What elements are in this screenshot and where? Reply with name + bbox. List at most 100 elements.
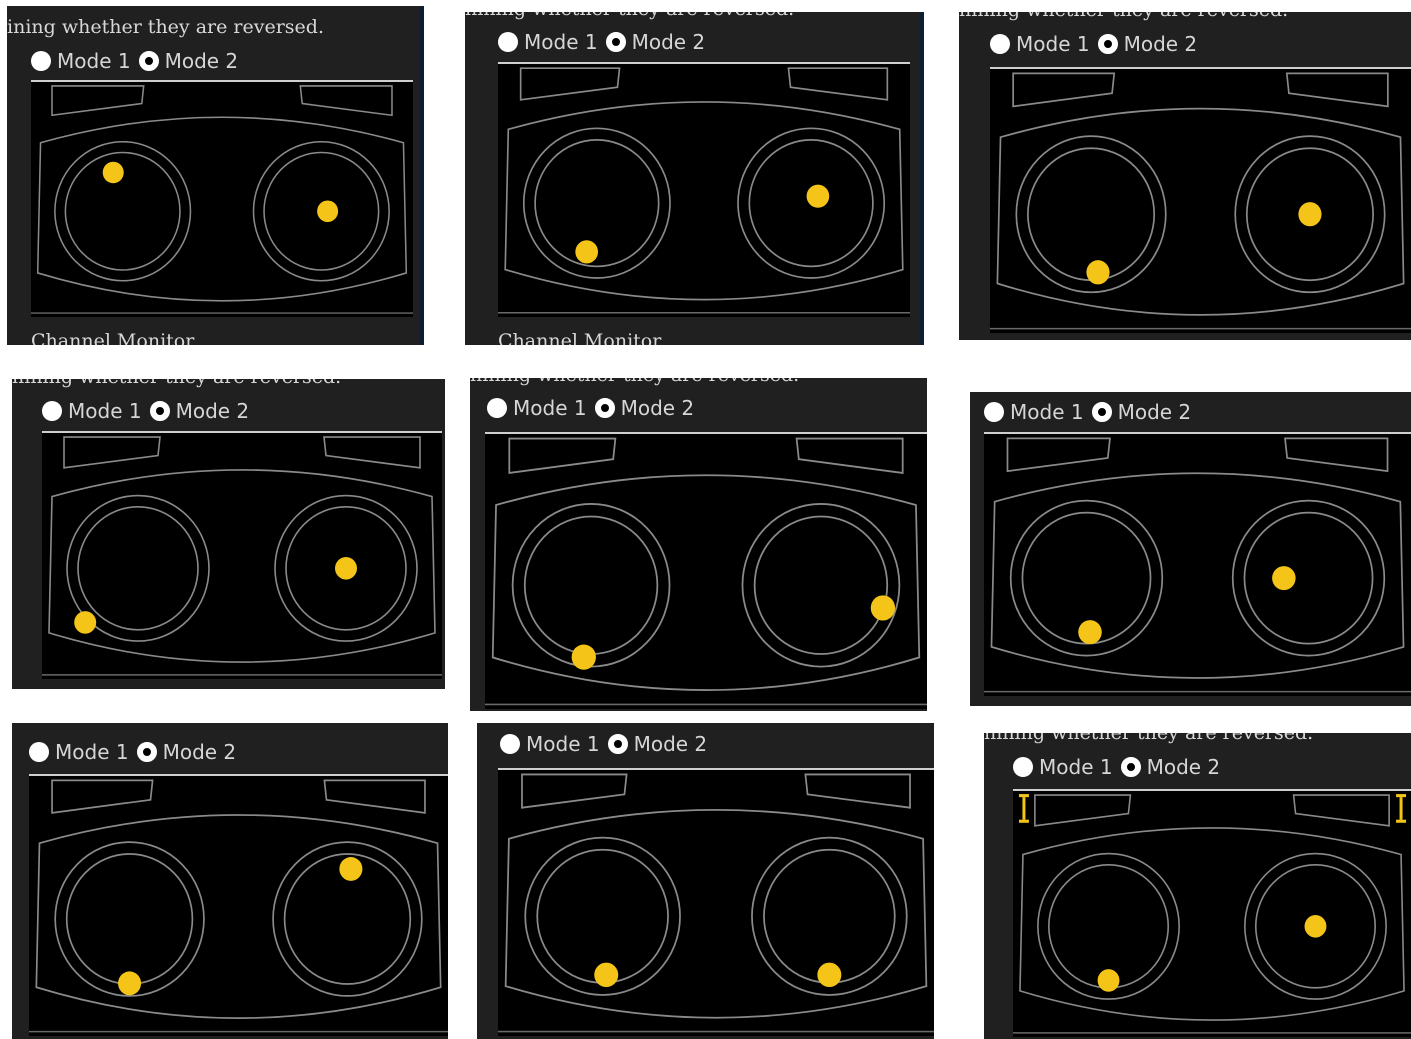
mode-1-label[interactable]: Mode 1	[1039, 755, 1113, 779]
radio-filled-icon[interactable]	[607, 734, 628, 754]
mode-radio-group: Mode 1 Mode 2	[498, 30, 713, 54]
mode-radio-group: Mode 1 Mode 2	[990, 32, 1205, 56]
radio-empty-icon[interactable]	[1013, 757, 1033, 777]
channel-monitor-panel-6: Mode 1 Mode 2	[970, 392, 1411, 706]
stick-display	[29, 776, 448, 1036]
left-stick-yellow-dot-icon	[1086, 260, 1110, 285]
right-stick-yellow-dot-icon	[1298, 202, 1322, 227]
transmitter-outline-svg	[984, 437, 1411, 693]
transmitter-outline-svg	[42, 436, 442, 676]
mode-2-label[interactable]: Mode 2	[176, 399, 250, 423]
right-stick-yellow-dot-icon	[1304, 915, 1327, 938]
stick-display	[984, 434, 1411, 696]
stick-display	[31, 82, 413, 317]
radio-empty-icon[interactable]	[29, 742, 49, 762]
radio-empty-icon[interactable]	[487, 398, 507, 418]
right-gimbal-outer-ring	[741, 502, 901, 668]
right-stick-yellow-dot-icon	[317, 200, 339, 223]
mode-radio-group: Mode 1 Mode 2	[487, 396, 702, 420]
right-shoulder-tab	[804, 773, 911, 809]
channel-monitor-panel-1: ining whether they are reversed. Mode 1 …	[7, 6, 424, 345]
channel-monitor-panel-7: Mode 1 Mode 2	[12, 723, 448, 1039]
left-stick-yellow-dot-icon	[74, 611, 97, 634]
mode-1-label[interactable]: Mode 1	[68, 399, 142, 423]
radio-empty-icon[interactable]	[990, 34, 1010, 54]
right-shoulder-tab	[299, 85, 393, 117]
transmitter-outline-svg	[498, 67, 910, 314]
radio-filled-icon[interactable]	[138, 51, 159, 71]
right-shoulder-tab	[1292, 794, 1390, 827]
instruction-text: ining whether they are reversed.	[7, 16, 324, 38]
radio-empty-icon[interactable]	[31, 51, 51, 71]
mode-radio-group: Mode 1 Mode 2	[984, 400, 1199, 424]
left-shoulder-tab	[1034, 794, 1132, 827]
mode-1-label[interactable]: Mode 1	[524, 30, 598, 54]
right-shoulder-tab	[795, 437, 904, 474]
radio-filled-icon[interactable]	[1097, 34, 1118, 54]
left-gimbal-inner-ring	[65, 853, 194, 985]
radio-empty-icon[interactable]	[500, 734, 520, 754]
left-shoulder-tab	[51, 85, 145, 117]
mode-2-label[interactable]: Mode 2	[1124, 32, 1198, 56]
stick-display	[990, 69, 1411, 333]
channel-monitor-label: Channel Monitor	[31, 330, 195, 345]
mode-1-label[interactable]: Mode 1	[1010, 400, 1084, 424]
right-shoulder-tab	[323, 779, 426, 814]
left-gimbal-outer-ring	[511, 502, 671, 668]
left-gimbal-inner-ring	[77, 505, 199, 631]
radio-empty-icon[interactable]	[42, 401, 62, 421]
right-shoulder-tab	[1284, 437, 1389, 473]
mode-1-label[interactable]: Mode 1	[55, 740, 129, 764]
mode-radio-group: Mode 1 Mode 2	[500, 732, 715, 756]
radio-empty-icon[interactable]	[984, 402, 1004, 422]
transmitter-outline-svg	[485, 437, 927, 706]
radio-filled-icon[interactable]	[136, 742, 157, 762]
radio-filled-icon[interactable]	[605, 32, 626, 52]
right-stick-yellow-dot-icon	[806, 184, 830, 208]
instruction-text: hining whether they are reversed.	[12, 379, 341, 388]
right-gimbal-outer-ring	[1231, 499, 1386, 657]
right-shoulder-tab	[1285, 72, 1389, 108]
left-shoulder-tab	[508, 437, 617, 474]
radio-filled-icon[interactable]	[1091, 402, 1112, 422]
channel-monitor-label: Channel Monitor	[498, 330, 662, 345]
mode-2-label[interactable]: Mode 2	[634, 732, 708, 756]
instruction-text: hining whether they are reversed.	[984, 733, 1314, 744]
left-stick-yellow-dot-icon	[575, 240, 599, 264]
transmitter-outline-svg	[1013, 794, 1411, 1034]
right-gimbal-inner-ring	[753, 515, 889, 655]
right-shoulder-tab	[323, 436, 421, 469]
mode-1-label[interactable]: Mode 1	[1016, 32, 1090, 56]
right-shoulder-tab	[787, 67, 889, 101]
mode-2-label[interactable]: Mode 2	[1118, 400, 1192, 424]
transmitter-outline-svg	[990, 72, 1411, 330]
radio-filled-icon[interactable]	[594, 398, 615, 418]
left-shoulder-tab	[63, 436, 161, 469]
mode-2-label[interactable]: Mode 2	[163, 740, 237, 764]
mode-1-label[interactable]: Mode 1	[526, 732, 600, 756]
mode-radio-group: Mode 1 Mode 2	[31, 49, 246, 73]
left-gimbal-inner-ring	[1027, 147, 1156, 282]
left-stick-yellow-dot-icon	[1078, 620, 1102, 645]
mode-radio-group: Mode 1 Mode 2	[42, 399, 257, 423]
mode-2-label[interactable]: Mode 2	[621, 396, 695, 420]
mode-1-label[interactable]: Mode 1	[513, 396, 587, 420]
i-beam-icon	[1018, 794, 1029, 823]
mode-2-label[interactable]: Mode 2	[1147, 755, 1221, 779]
left-stick-yellow-dot-icon	[594, 962, 619, 988]
mode-2-label[interactable]: Mode 2	[632, 30, 706, 54]
right-stick-yellow-dot-icon	[335, 557, 357, 580]
mode-2-label[interactable]: Mode 2	[165, 49, 239, 73]
radio-empty-icon[interactable]	[498, 32, 518, 52]
left-shoulder-tab	[521, 773, 628, 809]
left-shoulder-tab	[1012, 72, 1116, 108]
mode-1-label[interactable]: Mode 1	[57, 49, 131, 73]
radio-filled-icon[interactable]	[1120, 757, 1141, 777]
left-gimbal-inner-ring	[523, 515, 659, 655]
left-gimbal-outer-ring	[54, 140, 192, 282]
i-beam-icon	[1396, 794, 1407, 823]
channel-monitor-panel-2: hining whether they are reversed. Mode 1…	[465, 12, 924, 345]
radio-filled-icon[interactable]	[149, 401, 170, 421]
transmitter-outline-svg	[498, 773, 934, 1033]
left-stick-yellow-dot-icon	[571, 644, 596, 670]
